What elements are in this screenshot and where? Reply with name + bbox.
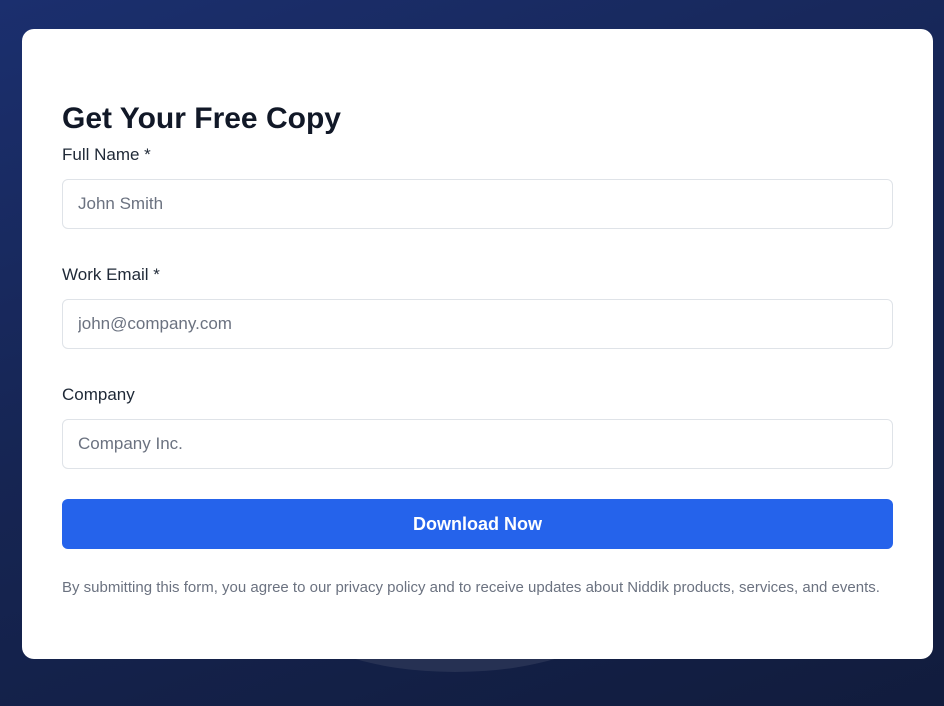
- download-now-button[interactable]: Download Now: [62, 499, 893, 549]
- company-input[interactable]: [62, 419, 893, 469]
- full-name-input[interactable]: [62, 179, 893, 229]
- work-email-input[interactable]: [62, 299, 893, 349]
- company-label: Company: [62, 385, 135, 404]
- privacy-disclaimer: By submitting this form, you agree to ou…: [62, 579, 880, 596]
- download-form-card: Get Your Free Copy Full Name * Work Emai…: [22, 29, 933, 659]
- form-title: Get Your Free Copy: [62, 102, 341, 135]
- full-name-label: Full Name *: [62, 145, 151, 164]
- work-email-label: Work Email *: [62, 265, 160, 284]
